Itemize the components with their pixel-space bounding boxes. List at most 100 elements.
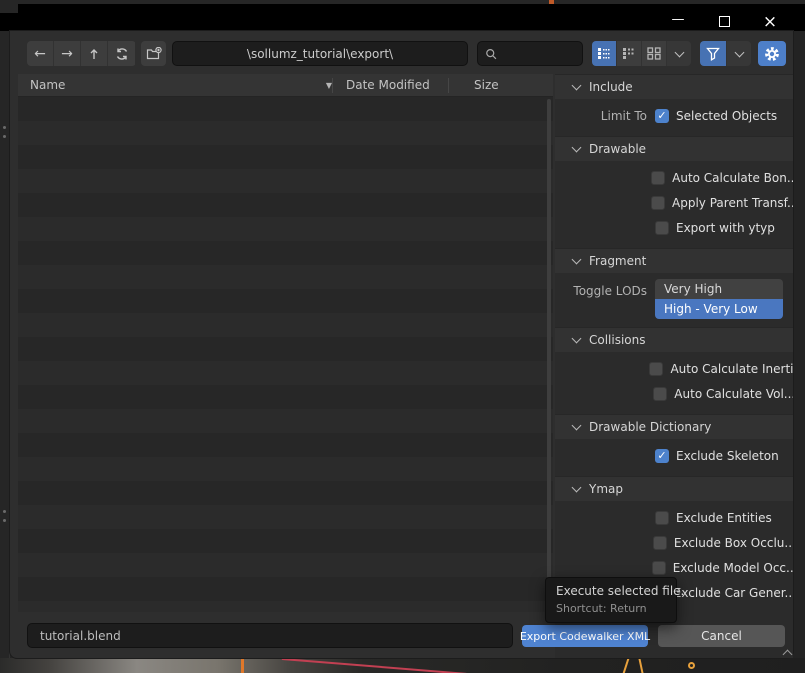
section-body-drawable: ✓ Auto Calculate Bon... ✓ Apply Parent T… (555, 161, 793, 248)
display-mode-group (592, 41, 691, 66)
section-header-include[interactable]: Include (555, 74, 793, 99)
option-label: Toggle LODs (555, 284, 647, 298)
path-input[interactable] (173, 47, 467, 61)
chevron-down-icon (572, 255, 582, 265)
path-field[interactable] (172, 41, 468, 66)
section-header-drawable-dictionary[interactable]: Drawable Dictionary (555, 414, 793, 439)
section-header-fragment[interactable]: Fragment (555, 248, 793, 273)
search-icon (485, 47, 497, 61)
minimize-icon: — (672, 12, 685, 27)
section-header-drawable[interactable]: Drawable (555, 136, 793, 161)
forward-button[interactable]: → (54, 41, 81, 66)
refresh-button[interactable] (108, 41, 135, 66)
filter-settings-dropdown[interactable] (726, 41, 751, 66)
column-label: Date Modified (346, 78, 430, 92)
column-header-date-modified[interactable]: Date Modified (333, 78, 448, 92)
file-list-body[interactable] (18, 97, 553, 612)
option-row: ✓ Auto Calculate Bon... (555, 165, 793, 190)
tooltip-shortcut: Shortcut: Return (556, 602, 666, 615)
checkbox-label[interactable]: Apply Parent Transf... (672, 196, 793, 210)
checkbox-label[interactable]: Exclude Entities (676, 511, 772, 525)
chevron-up-icon (782, 650, 792, 660)
chevron-down-icon (572, 483, 582, 493)
viewport-red-edge (282, 658, 467, 673)
lod-option-very-high[interactable]: Very High (655, 279, 783, 299)
checkbox-selected-objects[interactable]: ✓ (655, 109, 669, 123)
checkbox-exclude-box-occluders[interactable]: ✓ (653, 536, 667, 550)
search-field[interactable] (477, 41, 583, 66)
background-app-corner (0, 4, 18, 13)
column-header-name[interactable]: Name ▼ (18, 78, 332, 92)
file-list-scrollbar[interactable] (547, 99, 551, 607)
column-header-size[interactable]: Size (449, 78, 499, 92)
section-title: Include (589, 80, 633, 94)
checkbox-label[interactable]: Export with ytyp (676, 221, 775, 235)
background-app-right-edge (793, 31, 805, 658)
cancel-button-label: Cancel (701, 629, 742, 643)
option-row: ✓ Auto Calculate Vol... (555, 381, 793, 406)
checkbox-exclude-entities[interactable]: ✓ (655, 511, 669, 525)
section-body-drawable-dictionary: ✓ Exclude Skeleton (555, 439, 793, 476)
checkbox-label[interactable]: Exclude Car Gener... (674, 586, 793, 600)
checkbox-label[interactable]: Selected Objects (676, 109, 777, 123)
checkbox-auto-calculate-inertia[interactable]: ✓ (649, 362, 663, 376)
gear-icon (764, 46, 780, 62)
checkbox-exclude-skeleton[interactable]: ✓ (655, 449, 669, 463)
new-folder-icon (146, 47, 162, 61)
option-row: ✓ Export with ytyp (555, 215, 793, 240)
chevron-down-icon (572, 421, 582, 431)
back-button[interactable]: ← (27, 41, 54, 66)
funnel-icon (706, 47, 720, 61)
checkbox-label[interactable]: Exclude Skeleton (676, 449, 779, 463)
tooltip-text: Execute selected file. (556, 584, 666, 598)
panel-grip-dots (3, 510, 6, 522)
option-row: ✓ Exclude Entities (555, 505, 793, 530)
option-label: Limit To (555, 109, 647, 123)
display-settings-dropdown[interactable] (667, 41, 691, 66)
section-body-collisions: ✓ Auto Calculate Inertia ✓ Auto Calculat… (555, 352, 793, 414)
section-title: Drawable (589, 142, 646, 156)
export-codewalker-xml-button[interactable]: Export Codewalker XML (522, 625, 648, 647)
search-input[interactable] (497, 47, 582, 61)
option-row: ✓ Apply Parent Transf... (555, 190, 793, 215)
checkbox-exclude-model-occluders[interactable]: ✓ (652, 561, 666, 575)
filename-input[interactable] (40, 629, 512, 643)
check-icon: ✓ (657, 450, 666, 461)
operator-settings-button[interactable] (758, 41, 786, 66)
section-header-ymap[interactable]: Ymap (555, 476, 793, 501)
display-horizontal-list-button[interactable] (617, 41, 642, 66)
checkbox-apply-parent-transforms[interactable]: ✓ (651, 196, 665, 210)
resize-chevron-button[interactable] (778, 648, 796, 658)
tooltip: Execute selected file. Shortcut: Return (545, 577, 677, 623)
filter-toggle-button[interactable] (700, 41, 726, 66)
option-row: ✓ Exclude Skeleton (555, 443, 793, 468)
close-icon: × (763, 12, 777, 32)
cancel-button[interactable]: Cancel (658, 625, 785, 647)
checkbox-label[interactable]: Exclude Model Occ... (673, 561, 793, 575)
create-directory-button[interactable] (141, 41, 166, 66)
checkbox-label[interactable]: Exclude Box Occlu... (674, 536, 793, 550)
chevron-down-icon (572, 81, 582, 91)
checkbox-label[interactable]: Auto Calculate Inertia (670, 362, 793, 376)
lod-option-high-very-low[interactable]: High - Very Low (655, 299, 783, 319)
viewport-bone-joint (688, 662, 695, 669)
option-row: ✓ Exclude Box Occlu... (555, 530, 793, 555)
checkbox-auto-calculate-volume[interactable]: ✓ (653, 387, 667, 401)
window-titlebar: — × (0, 4, 805, 31)
filename-field[interactable] (27, 623, 513, 648)
column-label: Name (30, 78, 65, 92)
section-header-collisions[interactable]: Collisions (555, 327, 793, 352)
checkbox-export-with-ytyp[interactable]: ✓ (655, 221, 669, 235)
parent-directory-button[interactable] (81, 41, 108, 66)
export-options-panel: Include Limit To ✓ Selected Objects Draw… (555, 74, 793, 658)
horizontal-list-icon (622, 47, 637, 60)
checkbox-label[interactable]: Auto Calculate Bon... (672, 171, 793, 185)
checkbox-auto-calculate-bones[interactable]: ✓ (651, 171, 665, 185)
lod-option-label: High - Very Low (664, 302, 758, 316)
section-body-include: Limit To ✓ Selected Objects (555, 99, 793, 136)
section-title: Ymap (589, 482, 623, 496)
vertical-list-icon (597, 47, 612, 60)
display-vertical-list-button[interactable] (592, 41, 617, 66)
checkbox-label[interactable]: Auto Calculate Vol... (674, 387, 793, 401)
display-thumbnails-button[interactable] (642, 41, 667, 66)
